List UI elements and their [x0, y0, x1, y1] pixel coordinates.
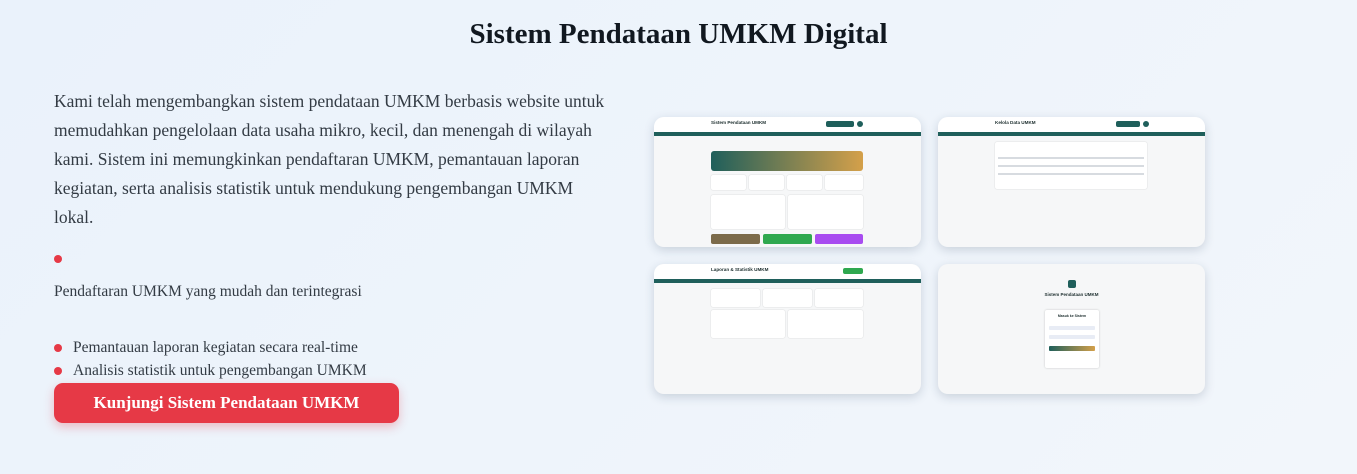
- visit-system-button[interactable]: Kunjungi Sistem Pendataan UMKM: [54, 383, 399, 423]
- mini-stat-card: [787, 175, 822, 190]
- mini-row: [998, 173, 1144, 175]
- intro-description: Kami telah mengembangkan sistem pendataa…: [54, 91, 605, 227]
- logo-icon: [1068, 280, 1076, 288]
- mini-stat-card: [749, 175, 784, 190]
- login-title: Sistem Pendataan UMKM: [1044, 292, 1099, 297]
- mini-button: [843, 268, 863, 274]
- mini-button: [826, 121, 854, 127]
- mini-banner: [711, 151, 863, 171]
- screenshot-data[interactable]: Kelola Data UMKM: [938, 117, 1205, 247]
- feature-item-registration: Pendaftaran UMKM yang mudah dan terinteg…: [54, 283, 362, 300]
- mini-stat-card: [815, 289, 863, 307]
- mini-tile: [763, 234, 812, 244]
- mini-stat-card: [711, 175, 746, 190]
- screenshot-dashboard[interactable]: Sistem Pendataan UMKM: [654, 117, 921, 247]
- feature-item-statistics: Analisis statistik untuk pengembangan UM…: [54, 362, 367, 380]
- feature-item-monitoring: Pemantauan laporan kegiatan secara real-…: [54, 339, 358, 357]
- mini-panel: [788, 195, 863, 229]
- screenshot-title: Laporan & Statistik UMKM: [711, 267, 769, 272]
- mini-panel: [711, 310, 785, 338]
- mini-stat-card: [825, 175, 863, 190]
- bullet-icon: [54, 367, 62, 375]
- mini-button: [1116, 121, 1140, 127]
- login-card: Masuk ke Sistem: [1045, 310, 1099, 368]
- feature-label: Analisis statistik untuk pengembangan UM…: [73, 362, 367, 379]
- screenshot-title: Kelola Data UMKM: [995, 120, 1036, 125]
- mini-panel: [788, 310, 863, 338]
- login-card-title: Masuk ke Sistem: [1057, 314, 1087, 318]
- mini-stat-card: [711, 289, 760, 307]
- mini-input: [1049, 326, 1095, 330]
- mini-nav: [654, 279, 921, 283]
- mini-panel: [711, 195, 785, 229]
- mini-login-button: [1049, 346, 1095, 351]
- screenshot-title: Sistem Pendataan UMKM: [711, 120, 767, 125]
- mini-nav: [938, 132, 1205, 136]
- bullet-icon: [54, 255, 62, 263]
- feature-label: Pemantauan laporan kegiatan secara real-…: [73, 339, 358, 356]
- mini-stat-card: [763, 289, 812, 307]
- mini-input: [1049, 335, 1095, 339]
- mini-row: [998, 157, 1144, 159]
- mini-avatar: [857, 121, 863, 127]
- page-title: Sistem Pendataan UMKM Digital: [469, 18, 888, 50]
- mini-tile: [815, 234, 863, 244]
- mini-nav: [654, 132, 921, 136]
- screenshot-reports[interactable]: Laporan & Statistik UMKM: [654, 264, 921, 394]
- mini-row: [998, 165, 1144, 167]
- mini-tile: [711, 234, 760, 244]
- bullet-icon: [54, 344, 62, 352]
- screenshot-login[interactable]: Sistem Pendataan UMKM Masuk ke Sistem: [938, 264, 1205, 394]
- mini-avatar: [1143, 121, 1149, 127]
